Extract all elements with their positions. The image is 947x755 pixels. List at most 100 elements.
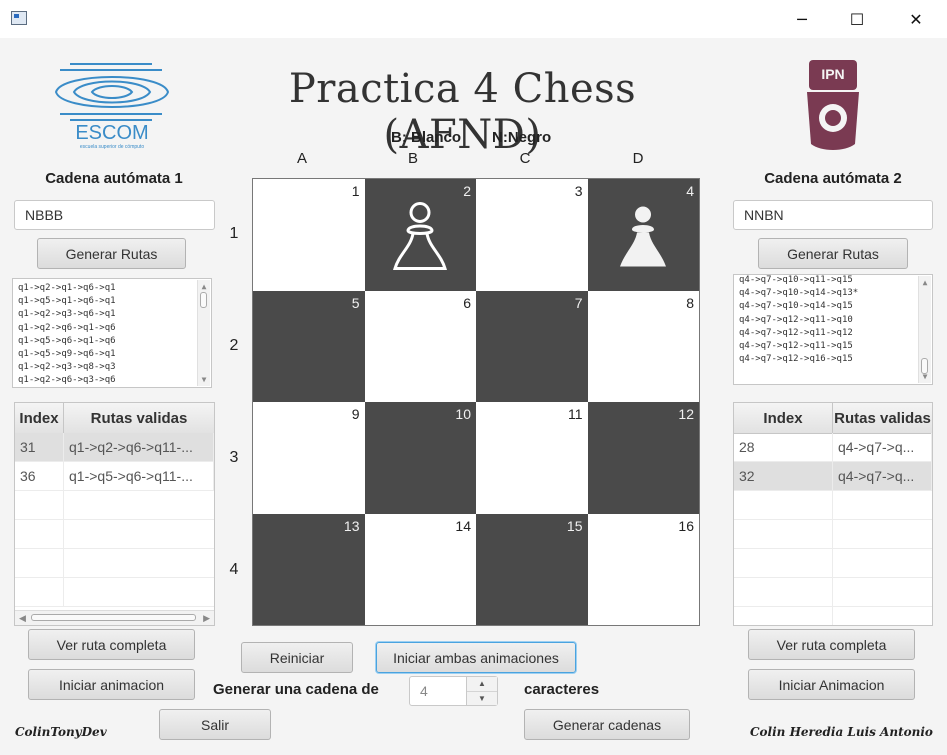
right-routes-scrollbar[interactable]: ▲ ▼: [918, 276, 931, 383]
table-cell-index: 31: [15, 433, 64, 461]
board-cell-10[interactable]: 10: [364, 402, 476, 514]
board-cell-number: 10: [455, 406, 471, 422]
table-row-empty: [734, 607, 932, 625]
left-routes-textarea[interactable]: q1->q2->q1->q6->q1 q1->q5->q1->q6->q1 q1->…: [12, 278, 212, 388]
board-cell-8[interactable]: 8: [587, 290, 699, 402]
table-cell-index: 28: [734, 433, 833, 461]
board-cell-15[interactable]: 15: [476, 513, 588, 625]
board-cell-3[interactable]: 3: [476, 179, 588, 291]
right-generate-routes-button[interactable]: Generar Rutas: [758, 238, 908, 269]
board-cell-7[interactable]: 7: [476, 290, 588, 402]
table-cell-route: q4->q7->q...: [833, 462, 932, 490]
legend-white: B: Blanco: [391, 129, 462, 146]
board-cell-6[interactable]: 6: [364, 290, 476, 402]
board-cell-number: 13: [343, 517, 360, 534]
board-cell-number: 4: [686, 183, 694, 199]
left-view-full-route-button[interactable]: Ver ruta completa: [28, 629, 195, 660]
route-line: q4->q7->q12->q11->q10: [739, 314, 853, 325]
board-cell-number: 2: [463, 183, 471, 199]
board-cell-number: 8: [686, 294, 694, 311]
white-pawn-solid-icon[interactable]: [617, 205, 669, 274]
left-table-header: Index Rutas validas: [15, 403, 214, 434]
board-cell-number: 12: [678, 406, 694, 422]
spinner-up-icon[interactable]: ▲: [467, 677, 497, 691]
board-cell-number: 6: [463, 294, 471, 311]
scrollbar-thumb[interactable]: [200, 292, 207, 308]
right-routes-list: q4->q7->q10->q11->q15 q4->q7->q10->q14->q…: [739, 275, 858, 366]
table-row-empty: [15, 549, 214, 578]
table-cell-empty: [15, 491, 64, 519]
right-table-header-index[interactable]: Index: [734, 403, 833, 433]
left-string-input[interactable]: NBBB: [14, 200, 215, 230]
left-signature: ColinTonyDev: [15, 725, 107, 739]
left-routes-scrollbar[interactable]: ▲ ▼: [197, 280, 210, 386]
column-label-b: B: [407, 150, 418, 167]
left-routes-list: q1->q2->q1->q6->q1 q1->q5->q1->q6->q1 q1->…: [18, 282, 116, 387]
right-string-input[interactable]: NNBN: [733, 200, 933, 230]
right-routes-textarea[interactable]: q4->q7->q10->q11->q15 q4->q7->q10->q14->q…: [733, 274, 933, 385]
left-table-header-routes[interactable]: Rutas validas: [64, 403, 214, 433]
scroll-left-arrow-icon[interactable]: ◀: [19, 611, 26, 625]
string-length-spinner[interactable]: 4 ▲ ▼: [409, 676, 498, 706]
column-label-c: C: [519, 150, 531, 167]
board-cell-5[interactable]: 5: [253, 290, 365, 402]
board-cell-number: 5: [351, 294, 360, 311]
spinner-down-icon[interactable]: ▼: [467, 691, 497, 706]
restart-button[interactable]: Reiniciar: [241, 642, 353, 673]
generate-strings-button[interactable]: Generar cadenas: [524, 709, 690, 740]
board-cell-1[interactable]: 1: [253, 179, 365, 291]
board-cell-12[interactable]: 12: [587, 402, 699, 514]
route-line: q1->q2->q6->q3->q6: [18, 375, 116, 386]
board-cell-14[interactable]: 14: [364, 513, 476, 625]
table-row[interactable]: 32 q4->q7->q...: [734, 462, 932, 491]
board-cell-13[interactable]: 13: [253, 513, 365, 625]
close-button[interactable]: ✕: [893, 0, 939, 38]
scroll-up-arrow-icon[interactable]: ▲: [919, 276, 931, 289]
board-cell-number: 9: [351, 406, 360, 422]
table-cell-empty: [734, 520, 833, 548]
route-line: q1->q2->q1->q6->q1: [18, 283, 116, 293]
table-row[interactable]: 28 q4->q7->q...: [734, 433, 932, 462]
spinner-value: 4: [420, 683, 428, 699]
board-cell-4[interactable]: 4: [587, 179, 699, 291]
left-generate-routes-button[interactable]: Generar Rutas: [37, 238, 186, 269]
board-cell-11[interactable]: 11: [476, 402, 588, 514]
table-row-empty: [734, 520, 932, 549]
exit-button[interactable]: Salir: [159, 709, 271, 740]
route-line: q1->q2->q3->q6->q1: [18, 309, 116, 320]
board-cell-number: 1: [351, 183, 360, 199]
scroll-down-arrow-icon[interactable]: ▼: [198, 373, 210, 386]
table-cell-empty: [734, 578, 833, 606]
board-cell-9[interactable]: 9: [253, 402, 365, 514]
page-title: Practica 4 Chess (AFND): [288, 66, 637, 158]
right-table-header-routes[interactable]: Rutas validas: [833, 403, 932, 433]
left-table-horizontal-scrollbar[interactable]: ◀ ▶: [15, 610, 214, 625]
minimize-button[interactable]: ─: [779, 0, 825, 38]
table-row-empty: [734, 578, 932, 607]
route-line: q4->q7->q10->q11->q15: [739, 275, 853, 285]
scroll-down-arrow-icon[interactable]: ▼: [919, 370, 931, 383]
title-bar: ─ ☐ ✕: [0, 0, 947, 38]
right-routes-table: Index Rutas validas 28 q4->q7->q... 32 q…: [733, 402, 933, 626]
table-row[interactable]: 31 q1->q2->q6->q11-...: [15, 433, 214, 462]
board-cell-2[interactable]: 2: [364, 179, 476, 291]
maximize-button[interactable]: ☐: [834, 0, 880, 38]
white-pawn-outline-icon[interactable]: [391, 201, 449, 278]
table-row[interactable]: 36 q1->q5->q6->q11-...: [15, 462, 214, 491]
right-view-full-route-button[interactable]: Ver ruta completa: [748, 629, 915, 660]
escom-logo-subtext: escuela superior de cómputo: [79, 144, 145, 150]
scrollbar-thumb[interactable]: [31, 614, 196, 621]
scroll-right-arrow-icon[interactable]: ▶: [203, 611, 210, 625]
left-table-header-index[interactable]: Index: [15, 403, 64, 433]
chess-board: 1 2 3 4 5 6 7 8 9 10 11 12 13 14 15 16: [252, 178, 700, 626]
board-cell-16[interactable]: 16: [587, 513, 699, 625]
start-both-animations-button[interactable]: Iniciar ambas animaciones: [376, 642, 576, 673]
minimize-icon: ─: [797, 9, 807, 29]
maximize-icon: ☐: [849, 9, 865, 29]
table-row-empty: [15, 491, 214, 520]
row-label-1: 1: [229, 225, 239, 242]
right-start-animation-button[interactable]: Iniciar Animacion: [748, 669, 915, 700]
spinner-buttons: ▲ ▼: [466, 677, 497, 705]
left-start-animation-button[interactable]: Iniciar animacion: [28, 669, 195, 700]
ipn-logo-text: IPN: [821, 66, 845, 82]
